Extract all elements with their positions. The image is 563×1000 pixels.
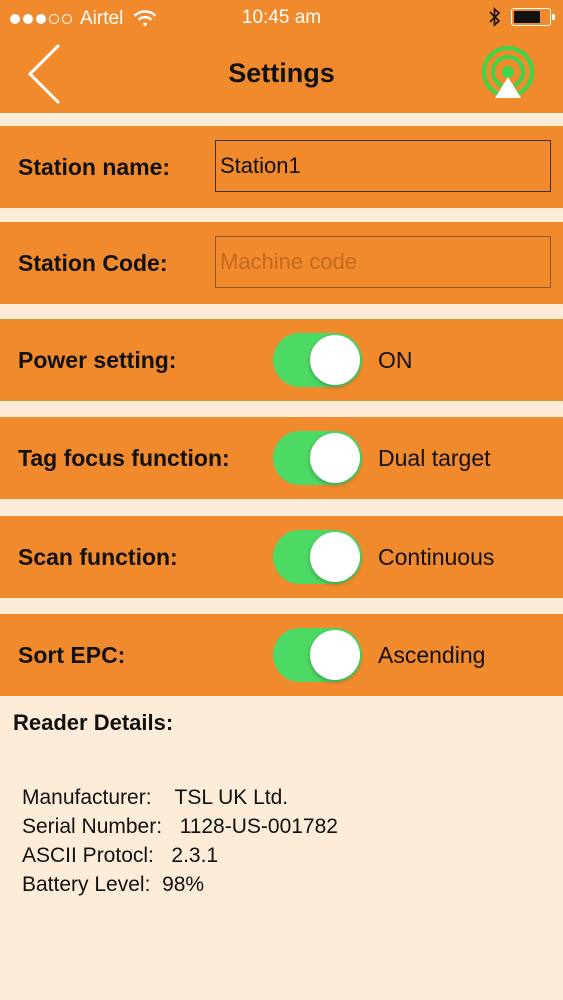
- sort-epc-label: Sort EPC:: [18, 642, 126, 668]
- toggle-knob: [310, 433, 360, 483]
- serial-number-value: 1128-US-001782: [179, 815, 338, 838]
- status-bar: Airtel 10:45 am: [0, 0, 563, 36]
- tag-focus-label: Tag focus function:: [18, 445, 230, 471]
- battery-level-label: Battery Level:: [22, 873, 151, 896]
- power-setting-label: Power setting:: [18, 347, 177, 373]
- tag-focus-toggle[interactable]: [273, 431, 362, 485]
- station-code-row: Station Code:: [0, 222, 563, 304]
- wireless-signal-icon[interactable]: [479, 46, 537, 104]
- station-name-row: Station name:: [0, 126, 563, 208]
- protocol-line: ASCII Protocl: 2.3.1: [22, 841, 338, 870]
- station-code-input[interactable]: [215, 236, 551, 288]
- sort-epc-toggle[interactable]: [273, 628, 362, 682]
- station-name-label: Station name:: [18, 154, 171, 180]
- tag-focus-row: Tag focus function: Dual target: [0, 417, 563, 499]
- battery-icon: [511, 8, 555, 26]
- tag-focus-value: Dual target: [378, 445, 491, 471]
- sort-epc-value: Ascending: [378, 642, 486, 668]
- serial-number-label: Serial Number:: [22, 815, 163, 838]
- protocol-value: 2.3.1: [171, 844, 219, 867]
- power-setting-row: Power setting: ON: [0, 319, 563, 401]
- scan-function-toggle[interactable]: [273, 530, 362, 584]
- battery-level-line: Battery Level: 98%: [22, 870, 338, 899]
- status-time: 10:45 am: [241, 7, 322, 28]
- toggle-knob: [310, 532, 360, 582]
- power-setting-toggle[interactable]: [273, 333, 362, 387]
- serial-number-line: Serial Number: 1128-US-001782: [22, 812, 338, 841]
- reader-details-heading: Reader Details:: [13, 710, 174, 735]
- scan-function-row: Scan function: Continuous: [0, 516, 563, 598]
- manufacturer-label: Manufacturer:: [22, 786, 152, 809]
- battery-level-value: 98%: [162, 873, 205, 896]
- toggle-knob: [310, 630, 360, 680]
- manufacturer-line: Manufacturer: TSL UK Ltd.: [22, 783, 338, 812]
- battery-fill: [514, 11, 540, 23]
- station-code-label: Station Code:: [18, 250, 168, 276]
- status-right: [489, 7, 555, 27]
- power-setting-value: ON: [378, 347, 413, 373]
- navigation-bar: Settings: [0, 36, 563, 113]
- scan-function-value: Continuous: [378, 544, 495, 570]
- toggle-knob: [310, 335, 360, 385]
- manufacturer-value: TSL UK Ltd.: [174, 786, 289, 809]
- station-name-input[interactable]: [215, 140, 551, 192]
- reader-details-list: Manufacturer: TSL UK Ltd. Serial Number:…: [22, 783, 338, 899]
- protocol-label: ASCII Protocl:: [22, 844, 154, 867]
- sort-epc-row: Sort EPC: Ascending: [0, 614, 563, 696]
- scan-function-label: Scan function:: [18, 544, 178, 570]
- bluetooth-icon: [489, 7, 501, 27]
